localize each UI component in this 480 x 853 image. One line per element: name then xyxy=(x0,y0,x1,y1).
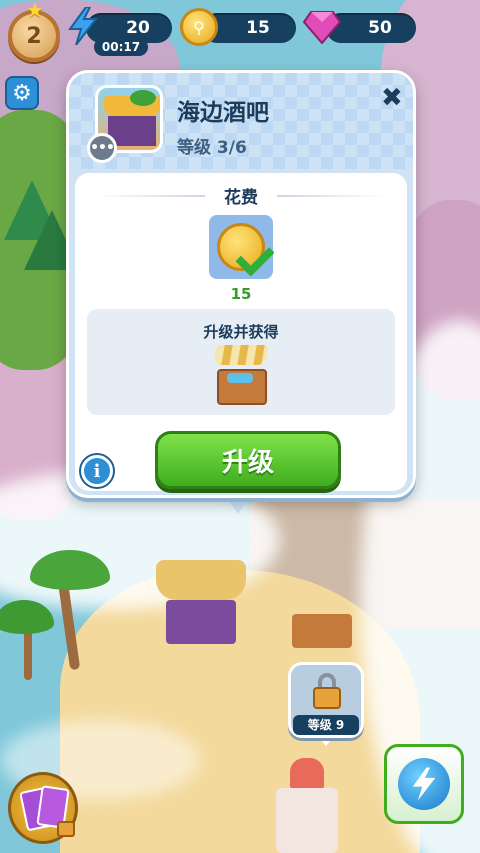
star-icon: ★ xyxy=(26,0,44,22)
info-button[interactable]: i xyxy=(81,455,113,487)
unlock-level-label: 等级 9 xyxy=(293,715,359,735)
close-icon[interactable]: ✖ xyxy=(381,85,403,111)
palm-leaf xyxy=(0,600,54,634)
settings-button[interactable]: ⚙ xyxy=(5,76,39,110)
padlock-icon xyxy=(57,821,75,837)
player-level-value: 2 xyxy=(26,23,42,49)
cards-button[interactable] xyxy=(8,772,78,844)
locked-area-bubble[interactable]: 等级 9 xyxy=(288,662,364,738)
popup-title: 海边酒吧 xyxy=(177,100,269,126)
lightning-icon xyxy=(66,6,100,46)
energy-timer: 00:17 xyxy=(94,38,148,56)
market-stall-icon xyxy=(211,345,271,407)
lighthouse xyxy=(270,758,344,853)
reward-panel: 升级并获得 xyxy=(87,309,395,415)
gear-icon: ⚙ xyxy=(12,80,32,106)
coin-icon xyxy=(217,223,275,277)
fruit-stand xyxy=(292,614,352,648)
padlock-body xyxy=(313,687,341,709)
gem-icon xyxy=(302,8,342,46)
building-level: 等级 3/6 xyxy=(177,138,247,158)
coin-value: 15 xyxy=(246,18,270,38)
cost-value: 15 xyxy=(230,285,252,303)
checkmark-icon xyxy=(235,237,275,277)
upgrade-button-label: 升级 xyxy=(221,447,274,478)
energy-shop-button[interactable] xyxy=(384,744,464,824)
lightning-icon xyxy=(398,758,450,810)
cost-title: 花费 xyxy=(224,188,258,208)
cost-coin-slot xyxy=(209,215,275,279)
upgrade-button[interactable]: 升级 xyxy=(155,431,341,489)
popup-body: 花费 15 升级并获得 i 升级 xyxy=(75,173,407,491)
gem-value: 50 xyxy=(368,18,392,38)
beach-bar-building[interactable] xyxy=(146,560,256,650)
building-upgrade-popup: ••• 海边酒吧 等级 3/6 ✖ 花费 15 升级并获得 i 升级 xyxy=(66,70,416,498)
energy-value: 20 xyxy=(126,18,150,38)
info-icon: i xyxy=(93,460,101,482)
popup-header: ••• 海边酒吧 等级 3/6 ✖ xyxy=(69,73,413,169)
chat-icon[interactable]: ••• xyxy=(87,133,117,163)
reward-title: 升级并获得 xyxy=(203,323,279,341)
coin-icon: ⚲ xyxy=(180,8,218,46)
